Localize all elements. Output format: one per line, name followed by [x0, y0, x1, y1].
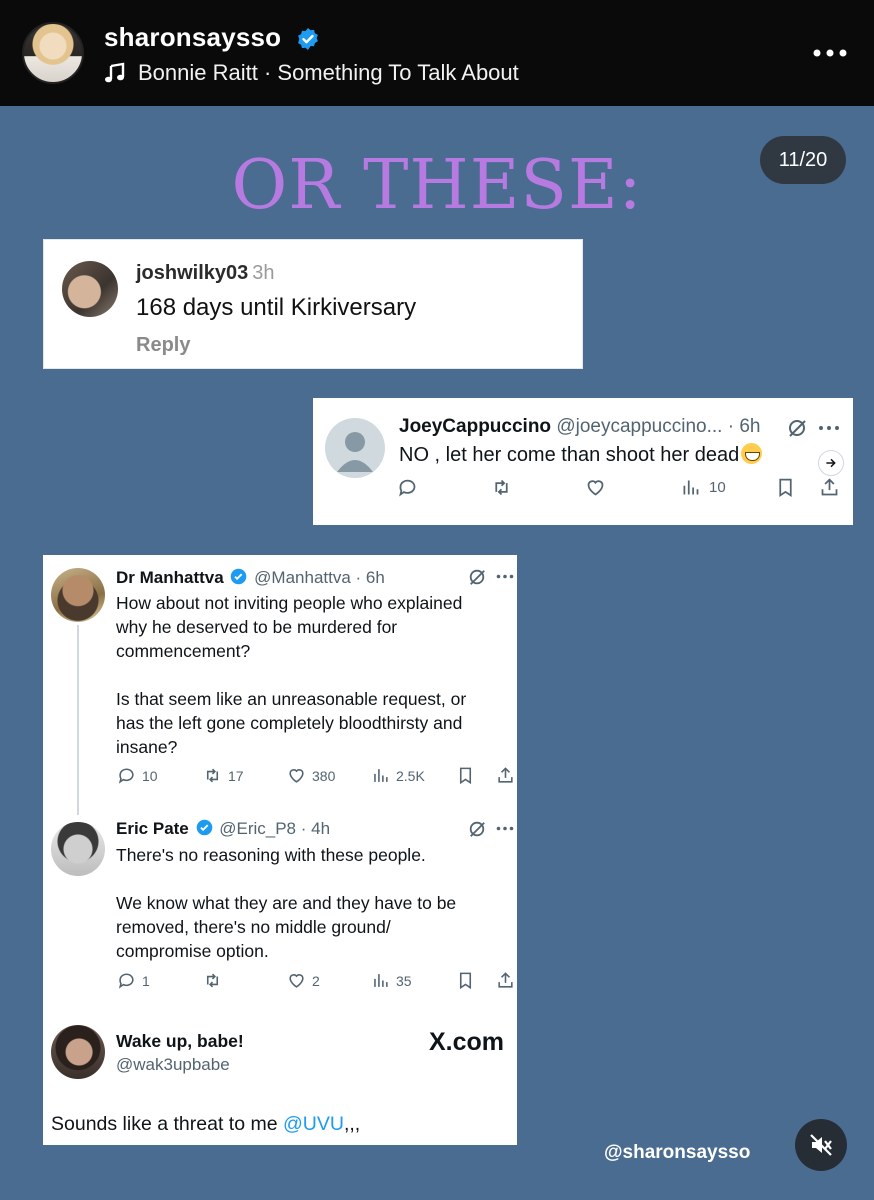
song-label: Bonnie Raitt · Something To Talk About [138, 60, 519, 85]
tweet-text: Sounds like a threat to me @UVU,,, [51, 1113, 361, 1135]
tweet-text: How about not inviting people who explai… [116, 593, 467, 757]
comment-time: 3h [252, 262, 275, 284]
song-attribution[interactable]: Bonnie Raitt · Something To Talk About [104, 60, 519, 86]
bookmark-button[interactable] [456, 971, 475, 990]
grinning-emoji-icon [741, 443, 763, 464]
views-count: 35 [396, 972, 412, 989]
grok-icon[interactable] [468, 820, 486, 838]
verified-badge-icon [231, 568, 247, 585]
share-button[interactable] [496, 766, 515, 785]
comment-card: joshwilky03 3h 168 days until Kirkiversar… [43, 239, 583, 369]
reply-button[interactable]: 10 [117, 766, 158, 785]
tweet-author-name: Dr Manhattva [116, 568, 224, 587]
bookmark-button[interactable] [456, 766, 475, 785]
tweet-text: There's no reasoning with these people. … [116, 845, 457, 961]
repost-button[interactable] [491, 477, 512, 498]
views-icon [374, 974, 388, 987]
tweet-actions: 10 17 380 2.5K [43, 766, 517, 790]
repost-icon [206, 973, 219, 988]
share-icon [821, 478, 838, 496]
tweet-handle: @wak3upbabe [116, 1055, 230, 1074]
share-icon [498, 972, 513, 988]
share-icon [498, 767, 513, 783]
views-count: 10 [709, 479, 726, 496]
views-button[interactable]: 10 [680, 477, 726, 498]
repost-icon [495, 479, 508, 496]
repost-button[interactable]: 17 [203, 766, 244, 785]
tweet-header: Dr Manhattva @Manhattva · 6h [116, 568, 385, 588]
grok-icon[interactable] [468, 568, 486, 586]
default-avatar-icon [325, 418, 385, 478]
repost-button[interactable] [203, 971, 222, 990]
avatar[interactable] [51, 822, 105, 876]
more-icon[interactable] [818, 425, 840, 431]
reply-icon [118, 768, 134, 784]
views-icon [683, 480, 699, 495]
reply-button[interactable]: 1 [117, 971, 150, 990]
bookmark-button[interactable] [775, 477, 796, 498]
tweet-author-name: JoeyCappuccino [399, 416, 552, 437]
views-icon [374, 769, 388, 782]
thread-card: Dr Manhattva @Manhattva · 6h How about n… [43, 555, 517, 1145]
tweet-actions: 1 2 35 [43, 971, 517, 995]
tweet-actions: 10 [313, 477, 853, 505]
share-button[interactable] [819, 477, 840, 498]
more-icon[interactable] [496, 826, 514, 831]
profile-username[interactable]: sharonsaysso [104, 22, 281, 53]
more-icon[interactable] [496, 574, 514, 579]
speaker-muted-icon [810, 1134, 832, 1156]
mute-button[interactable] [795, 1119, 847, 1171]
like-count: 380 [312, 767, 336, 784]
more-options-icon[interactable] [812, 48, 848, 58]
views-button[interactable]: 2.5K [371, 766, 425, 785]
arrow-right-icon[interactable] [818, 450, 844, 476]
site-label: X.com [429, 1028, 505, 1056]
share-button[interactable] [496, 971, 515, 990]
tweet-header: Eric Pate @Eric_P8 · 4h [116, 819, 330, 839]
views-button[interactable]: 35 [371, 971, 412, 990]
like-button[interactable] [585, 477, 606, 498]
views-count: 2.5K [396, 767, 425, 784]
bookmark-icon [459, 972, 472, 990]
slide-title: OR THESE: [231, 146, 643, 225]
reply-count: 10 [142, 767, 158, 784]
mention-link[interactable]: @UVU [283, 1113, 344, 1135]
profile-avatar[interactable] [22, 22, 84, 84]
tweet-handle: @joeycappuccino... · 6h [556, 416, 761, 437]
tweet-author-name: Eric Pate [116, 819, 189, 838]
tweet-card: JoeyCappuccino @joeycappuccino... · 6h N… [313, 398, 853, 525]
reply-icon [118, 973, 134, 989]
comment-author: joshwilky03 3h [136, 262, 275, 284]
tweet-text: NO , let her come than shoot her dead [399, 443, 763, 467]
music-note-icon [105, 62, 125, 83]
grok-icon[interactable] [787, 418, 807, 438]
reply-count: 1 [142, 972, 150, 989]
story-header: sharonsaysso Bonnie Raitt · Something To… [0, 0, 874, 106]
reply-button[interactable] [397, 477, 418, 498]
like-button[interactable]: 2 [287, 971, 320, 990]
reply-button[interactable]: Reply [136, 334, 190, 357]
like-button[interactable]: 380 [287, 766, 335, 785]
bookmark-icon [779, 478, 792, 498]
bookmark-icon [459, 767, 472, 785]
tweet-header: JoeyCappuccino @joeycappuccino... · 6h [399, 416, 760, 438]
watermark: @sharonsaysso [604, 1142, 751, 1163]
verified-badge-icon [196, 819, 212, 836]
verified-badge-icon [298, 28, 318, 50]
repost-icon [206, 768, 219, 783]
tweet-author-name: Wake up, babe! [116, 1031, 244, 1051]
slide-counter: 11/20 [760, 136, 846, 184]
comment-text: 168 days until Kirkiversary [136, 294, 417, 321]
heart-icon [289, 769, 304, 783]
avatar[interactable] [51, 568, 105, 622]
like-count: 2 [312, 972, 320, 989]
avatar [62, 261, 118, 317]
reply-icon [399, 479, 416, 497]
heart-icon [289, 974, 304, 988]
tweet-handle: @Eric_P8 · 4h [219, 819, 331, 838]
repost-count: 17 [228, 767, 244, 784]
heart-icon [587, 480, 604, 496]
tweet-handle: @Manhattva · 6h [254, 568, 385, 587]
avatar[interactable] [51, 1025, 105, 1079]
